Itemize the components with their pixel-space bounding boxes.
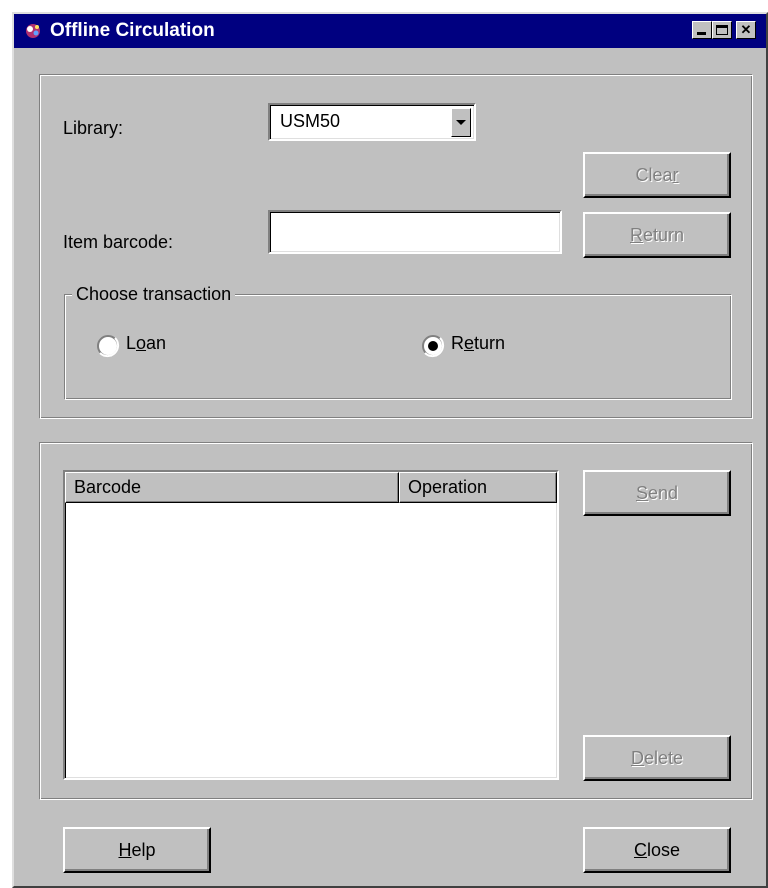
- close-button[interactable]: Close: [583, 827, 731, 873]
- library-label: Library:: [63, 118, 124, 138]
- library-dropdown-button[interactable]: [451, 108, 471, 137]
- loan-label-pre: L: [126, 333, 137, 353]
- loan-label-accel: o: [136, 333, 147, 353]
- help-label-accel: H: [118, 840, 132, 860]
- return-label-post: eturn: [642, 225, 685, 245]
- return-radio-label: Return: [451, 333, 505, 354]
- column-header-barcode[interactable]: Barcode: [65, 472, 399, 503]
- column-header-operation[interactable]: Operation: [399, 472, 557, 503]
- return-radio-label-accel: e: [464, 333, 475, 353]
- window-title: Offline Circulation: [50, 20, 215, 41]
- send-label-accel: S: [635, 483, 648, 503]
- return-button[interactable]: Return: [583, 212, 731, 258]
- help-label-post: elp: [131, 840, 156, 860]
- transactions-list[interactable]: Barcode Operation: [63, 470, 559, 780]
- close-icon: ✕: [740, 22, 752, 37]
- transaction-group-title: Choose transaction: [72, 284, 236, 305]
- close-label-accel: C: [633, 840, 647, 860]
- item-barcode-input[interactable]: [268, 210, 562, 254]
- send-button[interactable]: Send: [583, 470, 731, 516]
- minimize-button[interactable]: [692, 21, 712, 39]
- send-label-post: end: [647, 483, 679, 503]
- list-header: Barcode Operation: [65, 472, 557, 503]
- radio-checked-icon: [422, 335, 445, 358]
- clear-label-pre: Clea: [635, 165, 673, 185]
- title-bar[interactable]: Offline Circulation ✕: [14, 14, 766, 48]
- offline-circulation-window: Offline Circulation ✕ Library: USM50 Cle…: [12, 12, 768, 888]
- delete-button[interactable]: Delete: [583, 735, 731, 781]
- return-label-accel: R: [629, 225, 643, 245]
- clear-label-accel: r: [672, 165, 679, 185]
- maximize-icon: [716, 25, 728, 35]
- close-label-post: lose: [646, 840, 681, 860]
- return-radio-label-post: turn: [474, 333, 506, 353]
- delete-label-post: elete: [643, 748, 684, 768]
- help-button[interactable]: Help: [63, 827, 211, 873]
- library-value: USM50: [280, 111, 341, 131]
- maximize-button[interactable]: [712, 21, 732, 39]
- delete-label-accel: D: [630, 748, 644, 768]
- loan-radio-label: Loan: [126, 333, 166, 354]
- radio-unchecked-icon: [97, 335, 120, 358]
- close-window-button[interactable]: ✕: [736, 21, 756, 39]
- return-radio-label-pre: R: [451, 333, 464, 353]
- library-combobox[interactable]: USM50: [268, 103, 476, 141]
- minimize-icon: [697, 32, 706, 35]
- chevron-down-icon: [456, 120, 466, 125]
- loan-label-post: an: [146, 333, 167, 353]
- app-icon: [22, 21, 44, 41]
- clear-button[interactable]: Clear: [583, 152, 731, 198]
- item-barcode-label: Item barcode:: [63, 232, 174, 252]
